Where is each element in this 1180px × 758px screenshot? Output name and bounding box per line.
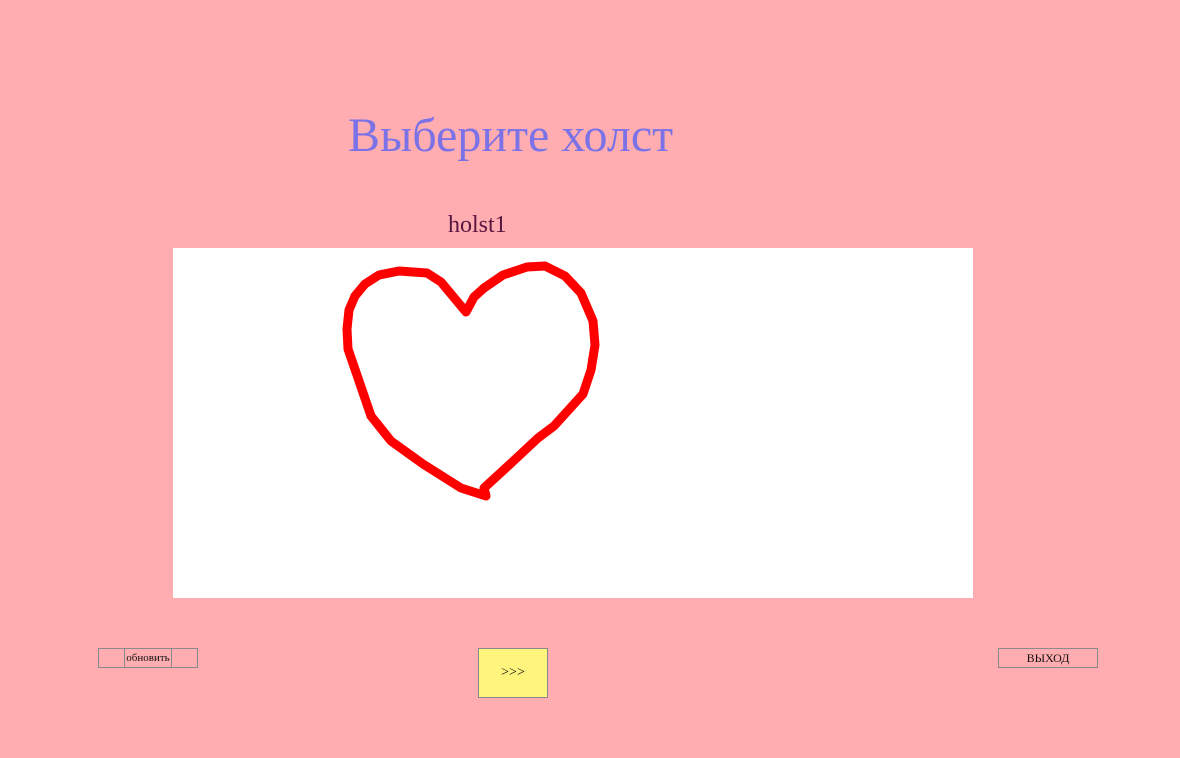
drawing-canvas[interactable] [173,248,973,598]
exit-button[interactable]: ВЫХОД [998,648,1098,668]
canvas-drawing-svg [342,261,600,501]
refresh-button[interactable]: обновить [98,648,198,668]
heart-drawing [342,261,600,501]
next-button[interactable]: >>> [478,648,548,698]
canvas-name-label: holst1 [448,212,507,238]
refresh-button-label: обновить [124,649,172,667]
next-button-label: >>> [501,665,525,680]
exit-button-label: ВЫХОД [1026,650,1070,665]
page-title: Выберите холст [348,109,674,162]
